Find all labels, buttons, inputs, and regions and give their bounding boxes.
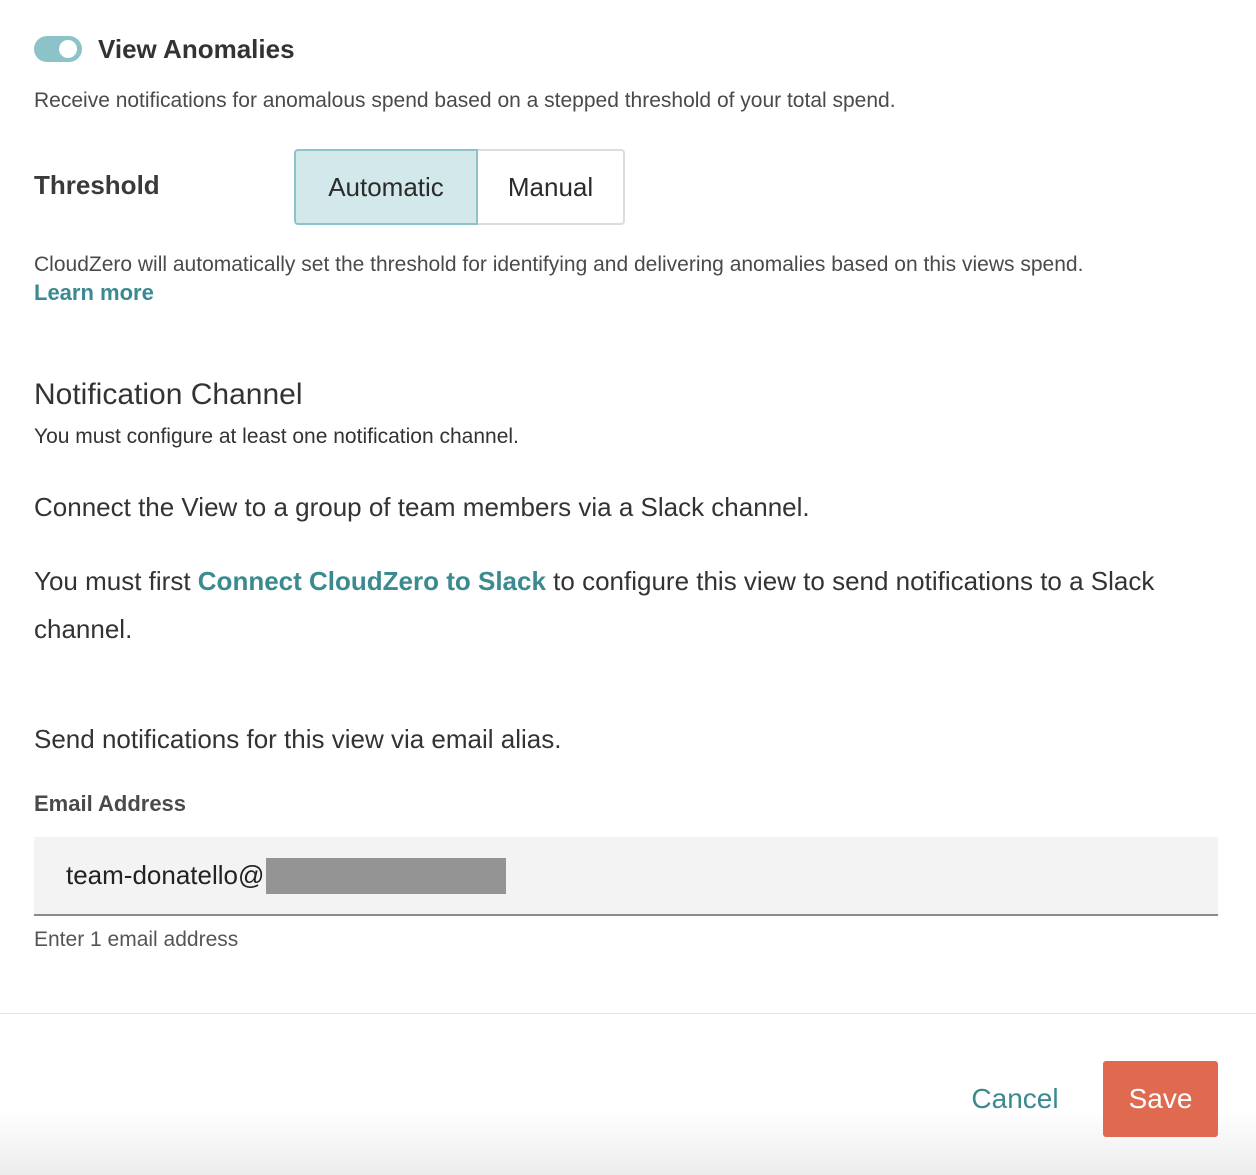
notification-channel-heading: Notification Channel xyxy=(34,378,303,411)
threshold-segmented-control: Automatic Manual xyxy=(294,149,625,225)
view-anomalies-title: View Anomalies xyxy=(98,33,295,64)
redacted-block xyxy=(266,857,507,894)
threshold-manual-button[interactable]: Manual xyxy=(478,149,625,225)
toggle-knob xyxy=(59,40,77,58)
slack-intro-text: Connect the View to a group of team memb… xyxy=(34,492,810,522)
view-anomalies-row: View Anomalies xyxy=(34,30,295,68)
anomalies-description: Receive notifications for anomalous spen… xyxy=(34,89,896,112)
notification-channel-subtitle: You must configure at least one notifica… xyxy=(34,425,519,448)
learn-more-link[interactable]: Learn more xyxy=(34,280,154,306)
email-intro-text: Send notifications for this view via ema… xyxy=(34,724,562,754)
connect-slack-link[interactable]: Connect CloudZero to Slack xyxy=(198,566,546,596)
save-button[interactable]: Save xyxy=(1103,1061,1218,1137)
slack-prefix-text: You must first xyxy=(34,566,198,596)
anomaly-settings-panel: View Anomalies Receive notifications for… xyxy=(0,0,1256,1175)
view-anomalies-toggle[interactable] xyxy=(34,36,82,62)
threshold-description: CloudZero will automatically set the thr… xyxy=(34,253,1084,276)
email-helper-text: Enter 1 email address xyxy=(34,928,239,951)
footer-divider xyxy=(0,1013,1256,1014)
threshold-label: Threshold xyxy=(34,170,160,200)
email-value: team-donatello@ xyxy=(66,860,265,890)
slack-connect-paragraph: You must first Connect CloudZero to Slac… xyxy=(34,557,1224,653)
threshold-automatic-button[interactable]: Automatic xyxy=(294,149,478,225)
email-address-label: Email Address xyxy=(34,791,187,816)
email-address-input[interactable]: team-donatello@ xyxy=(34,837,1218,916)
cancel-button[interactable]: Cancel xyxy=(950,1061,1080,1137)
